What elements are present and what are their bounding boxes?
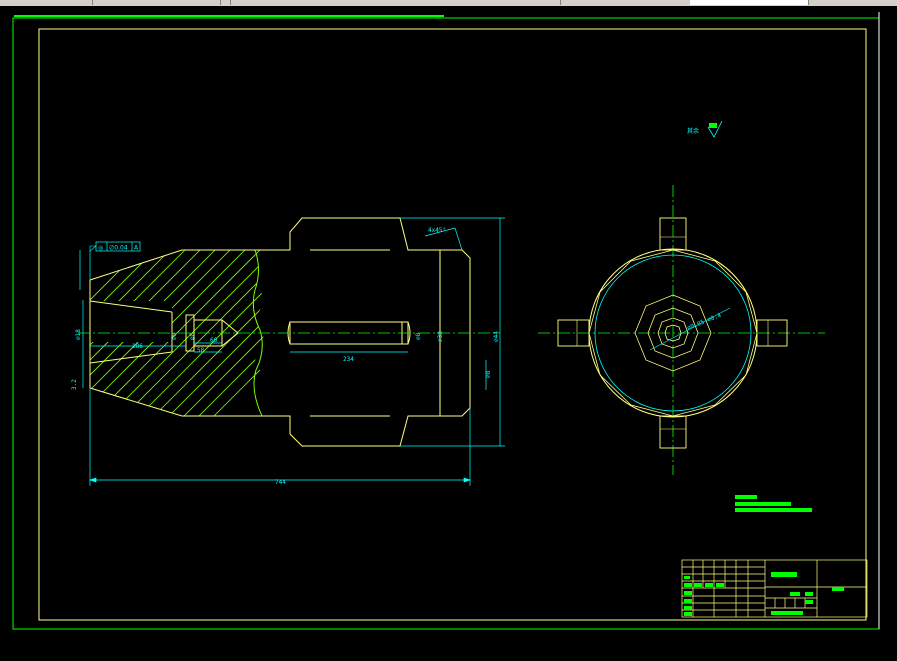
dimension-lines <box>79 217 505 486</box>
dim-slot-length: 234 <box>343 356 354 363</box>
dim-outer-dia: ∅44 <box>493 331 500 342</box>
dim-chamfer-height: ∅38 <box>437 331 444 342</box>
concentricity-icon: ◎ <box>98 245 103 252</box>
tech-req-line <box>735 502 791 506</box>
dim-right-dia: ∅8 <box>485 370 492 378</box>
title-block-fills <box>684 572 844 616</box>
inner-frame <box>38 28 867 621</box>
dim-pin-length: 60 <box>210 337 218 344</box>
section-view-outline <box>89 217 471 447</box>
chamfer-label: 4x45° <box>428 227 446 234</box>
tolerance-value: ∅0.04 <box>109 245 128 252</box>
roughness-value-block <box>709 123 717 128</box>
dim-left-dia: ∅18 <box>75 329 82 340</box>
end-view-note: ∅0.05 ∅0.4 <box>686 312 722 332</box>
dim-small-dia-2: ∅8 <box>189 332 196 340</box>
leader-arrow <box>89 245 97 252</box>
dim-bore-depth: 186 <box>132 343 143 350</box>
tolerance-frame: ◎ ∅0.04 A <box>95 241 141 252</box>
end-view <box>557 217 788 449</box>
dim-left-small: 3.2 <box>71 379 78 390</box>
dim-overall-length: 744 <box>275 479 286 486</box>
dim-small-dia-1: ∅8 <box>171 332 178 340</box>
cad-drawing-canvas[interactable]: 744 186 234 58 60 4x45° ∅18 ∅8 ∅8 ∅8 ∅38… <box>0 0 897 661</box>
tech-req-title <box>735 495 757 499</box>
tech-req-line <box>735 508 812 512</box>
dim-small-step: 58 <box>197 347 205 354</box>
surface-note: 其余 <box>687 127 699 135</box>
datum-label: A <box>134 245 139 252</box>
outer-frame <box>12 17 880 630</box>
dim-mid-dia: ∅8 <box>415 332 422 340</box>
